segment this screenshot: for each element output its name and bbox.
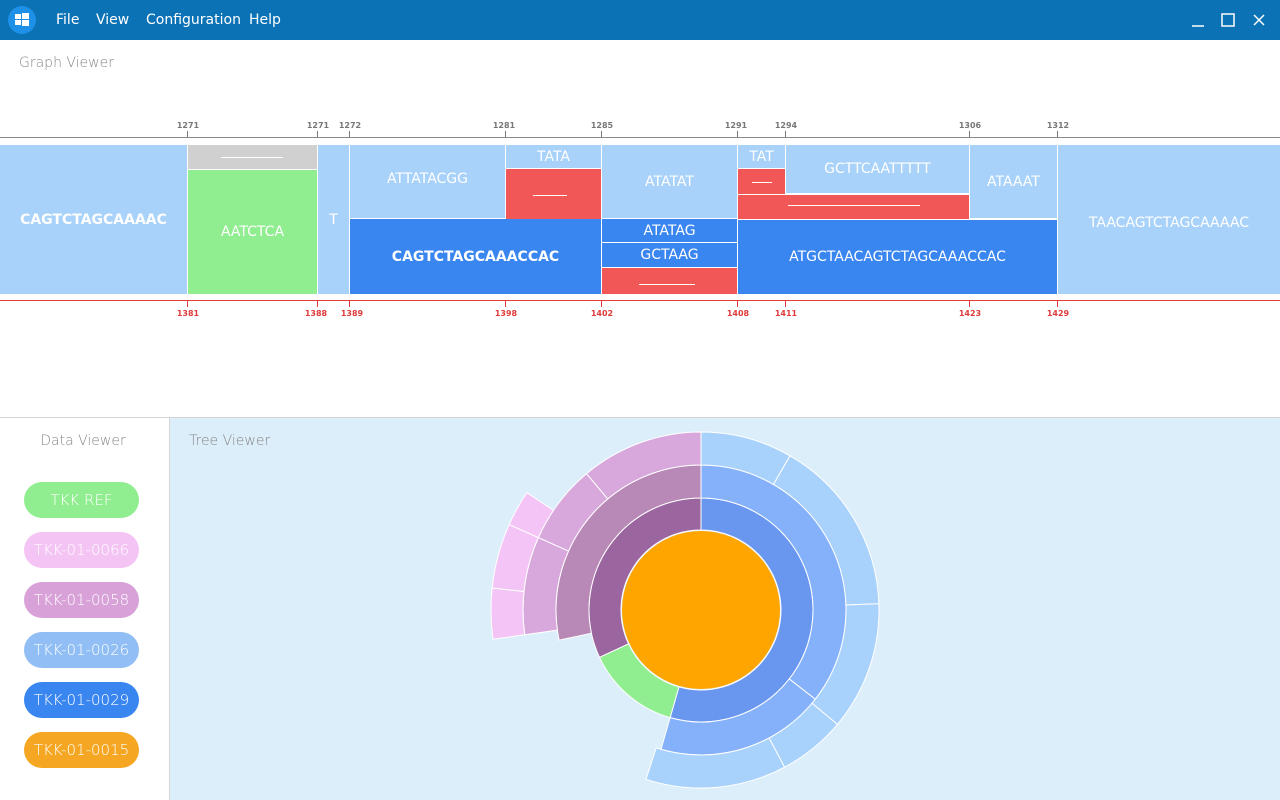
menu-help[interactable]: Help [249,0,281,40]
sequence-segment[interactable]: TAACAGTCTAGCAAAAC [1057,145,1280,294]
sample-pill-tkk-01-0066[interactable]: TKK-01-0066 [24,532,139,568]
alt-tick-mark [785,301,786,307]
deletion-line [639,284,695,285]
alt-tick-mark [505,301,506,307]
deletion-line [752,182,772,183]
alt-tick: 1429 [1046,309,1070,318]
alt-tick: 1408 [726,309,750,318]
alt-tick-mark [187,301,188,307]
sequence-segment[interactable]: ATATAG [601,219,737,243]
sample-pill-tkk-01-0058[interactable]: TKK-01-0058 [24,582,139,618]
ref-tick-mark [1057,131,1058,137]
ref-tick: 1285 [590,121,614,130]
alt-tick-mark [317,301,318,307]
alt-tick-mark [349,301,350,307]
sequence-segment[interactable]: GCTTCAATTTTT [785,145,969,194]
sequence-segment[interactable]: GCTAAG [601,243,737,268]
tree-viewer-panel: Tree Viewer [170,418,1280,800]
sequence-segment[interactable]: CAGTCTAGCAAAAC [0,145,187,294]
alt-tick-mark [1057,301,1058,307]
alt-tick-mark [969,301,970,307]
title-bar: File View Configuration Help [0,0,1280,40]
sample-pill-tkk-01-0026[interactable]: TKK-01-0026 [24,632,139,668]
deletion-line [533,195,567,196]
alt-tick-mark [737,301,738,307]
graph-viewer-panel: Graph Viewer 1271 1271 1272 1281 1285 12… [0,40,1280,418]
minimize-icon[interactable] [1188,10,1208,30]
alternate-axis-line [0,300,1280,301]
sequence-segment[interactable]: T [317,145,349,294]
graph-viewer-title: Graph Viewer [19,55,114,71]
sequence-segment[interactable]: ATTATACGG [349,145,505,219]
ref-tick-mark [785,131,786,137]
ref-tick-mark [349,131,350,137]
ref-tick: 1271 [176,121,200,130]
deletion-segment[interactable] [505,169,601,219]
alt-tick: 1423 [958,309,982,318]
ref-tick: 1291 [724,121,748,130]
data-viewer-panel: Data Viewer TKK REF TKK-01-0066 TKK-01-0… [0,418,170,800]
sequence-segment[interactable]: ATATAT [601,145,737,219]
alt-tick: 1381 [176,309,200,318]
sequence-segment[interactable]: AATCTCA [187,169,317,294]
menu-file[interactable]: File [56,0,79,40]
close-icon[interactable] [1249,10,1269,30]
maximize-icon[interactable] [1218,10,1238,30]
sunburst-chart [490,431,880,789]
deletion-line [221,157,283,158]
alt-tick-mark [601,301,602,307]
deletion-segment[interactable] [737,194,969,219]
sample-pill-tkk-01-0029[interactable]: TKK-01-0029 [24,682,139,718]
ref-tick: 1281 [492,121,516,130]
alt-tick: 1398 [494,309,518,318]
ref-tick: 1272 [338,121,362,130]
sequence-segment[interactable]: TATA [505,145,601,169]
alt-tick: 1389 [340,309,364,318]
deletion-line [788,205,920,206]
app-logo-icon [8,6,36,34]
ref-tick-mark [969,131,970,137]
data-viewer-title: Data Viewer [40,433,126,449]
ref-tick: 1312 [1046,121,1070,130]
sequence-segment[interactable]: ATGCTAACAGTCTAGCAAACCAC [737,219,1057,294]
menu-view[interactable]: View [96,0,129,40]
sample-pill-tkk-01-0015[interactable]: TKK-01-0015 [24,732,139,768]
sequence-segment[interactable]: CAGTCTAGCAAACCAC [349,219,601,294]
sequence-segment[interactable]: ATAAAT [969,145,1057,219]
ref-tick-mark [737,131,738,137]
sample-pill-tkk-ref[interactable]: TKK REF [24,482,139,518]
deletion-segment[interactable] [601,268,737,294]
alt-tick: 1388 [304,309,328,318]
alt-tick: 1402 [590,309,614,318]
ref-tick-mark [601,131,602,137]
sequence-segment[interactable]: TAT [737,145,785,169]
ref-tick-mark [187,131,188,137]
reference-axis-line [0,137,1280,138]
alt-tick: 1411 [774,309,798,318]
sunburst-segment[interactable] [490,587,526,640]
ref-tick: 1294 [774,121,798,130]
menu-configuration[interactable]: Configuration [146,0,241,40]
ref-tick-mark [317,131,318,137]
sunburst-center[interactable] [622,531,780,689]
ref-tick-mark [505,131,506,137]
ref-tick: 1306 [958,121,982,130]
